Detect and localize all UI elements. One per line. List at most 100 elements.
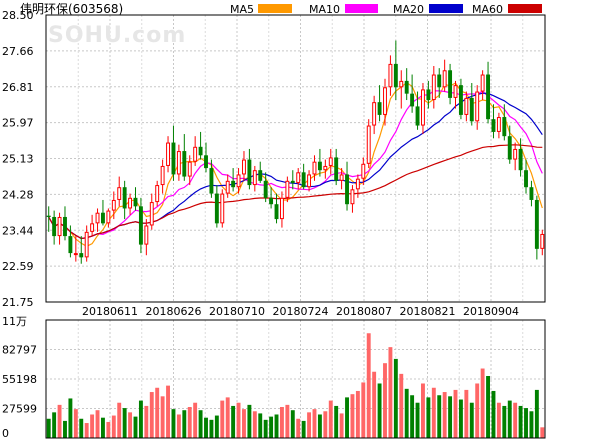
candle-body	[393, 63, 398, 88]
volume-bar	[421, 383, 425, 438]
volume-bar	[209, 419, 214, 438]
volume-bar	[138, 400, 143, 438]
volume-bar	[486, 376, 491, 438]
volume-bar	[252, 411, 257, 438]
candle-body	[100, 212, 105, 224]
volume-bar	[236, 402, 241, 438]
candle-body	[383, 87, 387, 115]
legend-label-ma5: MA5	[230, 3, 254, 16]
grid	[46, 15, 545, 438]
date-tick-label: 20180724	[273, 305, 329, 318]
volume-bar	[301, 420, 306, 438]
volume-bar	[117, 402, 122, 438]
candle-body	[269, 197, 274, 205]
candle-body	[84, 231, 89, 258]
candle-body	[480, 74, 485, 92]
volume-bar	[160, 396, 165, 438]
candle-body	[214, 193, 219, 224]
candle-body	[68, 236, 73, 254]
volume-bar	[366, 333, 371, 438]
candle-body	[317, 161, 322, 171]
volume-bar	[73, 409, 78, 438]
volume-bar	[46, 418, 51, 438]
date-tick-label: 20180807	[336, 305, 392, 318]
volume-bar	[285, 404, 290, 438]
volume-bar	[404, 388, 409, 438]
volume-bar	[317, 414, 322, 438]
volume-bar	[502, 405, 507, 438]
volume-bar	[518, 405, 523, 438]
volume-bar	[534, 389, 539, 438]
volume-bar	[57, 404, 62, 438]
volume-bar	[90, 414, 95, 438]
candle-body	[366, 125, 371, 164]
candle-body	[518, 148, 523, 171]
candle-body	[524, 170, 528, 188]
legend-swatch-ma10	[345, 4, 378, 13]
candle-body	[464, 97, 469, 115]
volume-bar	[448, 396, 453, 438]
date-tick-label: 20180710	[209, 305, 265, 318]
candle-body	[176, 151, 181, 175]
candle-body	[469, 97, 474, 122]
candle-body	[182, 151, 187, 177]
volume-bar	[133, 416, 138, 438]
volume-bar	[496, 402, 501, 438]
volume-bar	[149, 392, 154, 438]
volume-bar	[350, 394, 355, 438]
ma-line-ma20	[48, 92, 543, 240]
date-tick-label: 20180821	[400, 305, 456, 318]
candle-body	[372, 102, 377, 126]
candle-body	[155, 185, 160, 203]
candle-body	[52, 216, 57, 237]
candle-body	[187, 161, 192, 177]
candle-body	[540, 233, 545, 249]
volume-bar	[269, 416, 274, 438]
volume-bar	[431, 387, 436, 438]
volume-bar	[410, 395, 415, 438]
volume-bar	[475, 383, 480, 438]
volume-bar	[100, 417, 105, 438]
candle-body	[404, 80, 409, 94]
candle-body	[79, 253, 84, 258]
candle-body	[290, 180, 295, 183]
candle-body	[496, 117, 501, 132]
volume-bar	[204, 417, 208, 438]
volume-bar	[529, 411, 534, 438]
candle-body	[231, 180, 236, 188]
candle-body	[399, 80, 404, 88]
candle-body	[507, 136, 512, 160]
candle-body	[529, 187, 534, 200]
candle-body	[160, 165, 165, 186]
volume-bar	[111, 415, 116, 438]
volume-bar	[307, 412, 312, 438]
candle-body	[46, 215, 51, 217]
candle-body	[502, 117, 507, 137]
frame	[45, 14, 546, 439]
candle-body	[437, 74, 442, 88]
volume-bar	[377, 383, 382, 438]
volume-bar	[79, 418, 84, 438]
volume-bar	[312, 409, 317, 438]
candle-body	[312, 161, 317, 175]
candle-body	[111, 199, 116, 211]
candle-body	[448, 70, 453, 98]
volume-bar	[328, 400, 333, 438]
volume-bar	[274, 414, 279, 438]
candle-body	[128, 197, 133, 209]
watermark: SOHU.com	[48, 23, 186, 48]
legend-swatch-ma5	[258, 4, 292, 13]
candle-body	[106, 210, 111, 224]
candle-body	[225, 180, 230, 194]
volume-bar	[198, 410, 203, 438]
volume-bar	[437, 395, 442, 438]
candle-body	[475, 91, 480, 122]
price-tick-label: 26.81	[2, 81, 34, 94]
volume-bar	[106, 421, 111, 438]
volume-bar	[182, 410, 187, 438]
candle-body	[296, 172, 301, 183]
volume-bar	[524, 408, 528, 438]
volume-bar	[507, 400, 512, 438]
volume-bar	[323, 411, 328, 438]
candle-body	[421, 89, 425, 126]
